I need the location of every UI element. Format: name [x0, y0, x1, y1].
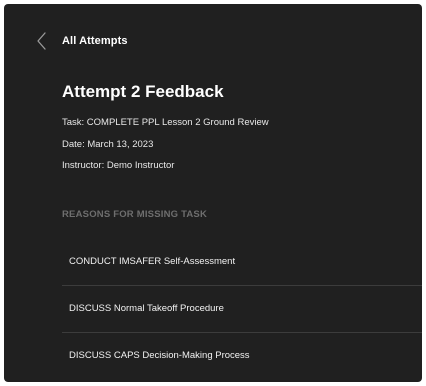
reasons-section-header: REASONS FOR MISSING TASK	[62, 209, 208, 220]
back-link-all-attempts[interactable]: All Attempts	[62, 35, 128, 47]
instructor-detail: Instructor: Demo Instructor	[62, 160, 175, 171]
list-item-label: DISCUSS Normal Takeoff Procedure	[69, 303, 224, 314]
list-item[interactable]: DISCUSS CAPS Decision-Making Process	[62, 333, 422, 379]
list-item[interactable]: DISCUSS Normal Takeoff Procedure	[62, 286, 422, 333]
task-detail: Task: COMPLETE PPL Lesson 2 Ground Revie…	[62, 117, 269, 128]
list-item[interactable]: CONDUCT IMSAFER Self-Assessment	[62, 239, 422, 286]
app-window: All Attempts Attempt 2 Feedback Task: CO…	[4, 4, 422, 382]
chevron-left-icon[interactable]	[35, 30, 49, 52]
reasons-list: CONDUCT IMSAFER Self-Assessment DISCUSS …	[62, 239, 422, 379]
list-item-label: DISCUSS CAPS Decision-Making Process	[69, 350, 250, 361]
date-detail: Date: March 13, 2023	[62, 139, 154, 150]
page-title: Attempt 2 Feedback	[62, 82, 224, 101]
list-item-label: CONDUCT IMSAFER Self-Assessment	[69, 256, 236, 267]
top-nav: All Attempts	[4, 26, 422, 60]
